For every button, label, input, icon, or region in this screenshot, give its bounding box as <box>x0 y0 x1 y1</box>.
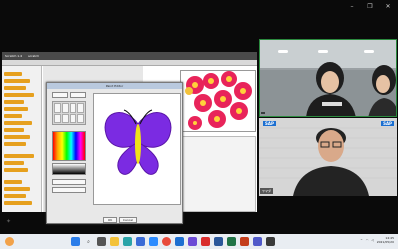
close-button[interactable]: ✕ <box>384 3 392 10</box>
butterfly-drawing <box>104 109 172 175</box>
block[interactable] <box>4 121 32 125</box>
paint-editor-title: Paint Editor <box>47 83 182 89</box>
line-tool-icon[interactable] <box>61 113 69 123</box>
block[interactable] <box>4 128 24 132</box>
block[interactable] <box>4 86 26 90</box>
block[interactable] <box>4 100 24 104</box>
color-palette[interactable] <box>52 131 86 161</box>
text-tool-icon[interactable] <box>69 113 77 123</box>
ellipse-tool-icon[interactable] <box>54 113 61 123</box>
shared-screen: Scratch 1.4 scratch Paint Editor OK Canc… <box>2 52 257 224</box>
participants-image <box>260 62 396 116</box>
task-view-icon[interactable] <box>97 237 106 246</box>
mail-icon[interactable] <box>175 237 184 246</box>
clock[interactable]: 14:45 2021/05/20 <box>377 236 394 244</box>
select-tool-icon[interactable] <box>77 113 84 123</box>
block[interactable] <box>4 180 22 184</box>
restore-button[interactable]: ❐ <box>366 3 374 10</box>
video-tile-teacher[interactable]: SAP SAP ヤマダ <box>259 118 397 196</box>
brush-tool-icon[interactable] <box>54 103 61 113</box>
zoom-icon[interactable] <box>149 237 158 246</box>
paint-option[interactable] <box>52 179 86 185</box>
block[interactable] <box>4 79 30 83</box>
calendar-icon[interactable] <box>188 237 197 246</box>
edge-icon[interactable] <box>123 237 132 246</box>
eraser-tool-icon[interactable] <box>61 103 69 113</box>
word-icon[interactable] <box>214 237 223 246</box>
ok-button[interactable]: OK <box>103 217 117 223</box>
block[interactable] <box>4 168 28 172</box>
taskbar: ⌕ ^ ◠ ◁ 14:45 2021/05/20 <box>0 234 398 249</box>
wifi-icon[interactable]: ◠ <box>366 238 369 242</box>
speaker-icon[interactable]: ◁ <box>371 238 373 242</box>
block[interactable] <box>4 114 22 118</box>
brightness-palette[interactable] <box>52 163 86 175</box>
stage[interactable] <box>180 70 256 132</box>
block[interactable] <box>4 142 26 146</box>
taskbar-apps: ⌕ <box>71 237 275 246</box>
block[interactable] <box>4 135 30 139</box>
window-controls: – ❐ ✕ <box>348 3 392 10</box>
camera-icon[interactable] <box>266 237 275 246</box>
scratch-titlebar: Scratch 1.4 scratch <box>2 52 257 60</box>
store-icon[interactable] <box>136 237 145 246</box>
participant-name: ヤマダ <box>260 188 274 194</box>
video-tile-students[interactable] <box>259 39 397 117</box>
import-button[interactable] <box>52 92 68 98</box>
rectangle-tool-icon[interactable] <box>77 103 84 113</box>
paint-canvas[interactable] <box>93 93 181 205</box>
sprite-list[interactable] <box>180 136 256 212</box>
sparkle-icon: ✦ <box>6 218 12 225</box>
block[interactable] <box>4 161 24 165</box>
cancel-button[interactable]: Cancel <box>119 217 137 223</box>
fill-tool-icon[interactable] <box>69 103 77 113</box>
block-palette <box>2 66 42 212</box>
sap-logo: SAP <box>263 121 276 126</box>
paint-option[interactable] <box>52 187 86 193</box>
chrome-icon[interactable] <box>162 237 171 246</box>
block[interactable] <box>4 107 28 111</box>
paint-editor-dialog: Paint Editor OK Cancel <box>46 82 183 224</box>
block[interactable] <box>4 201 32 205</box>
paint-tools <box>52 101 86 125</box>
app-title: Scratch 1.4 <box>5 54 23 58</box>
meeting-window: – ❐ ✕ Scratch 1.4 scratch Paint Editor O… <box>0 0 398 249</box>
excel-icon[interactable] <box>227 237 236 246</box>
search-icon[interactable]: ⌕ <box>84 237 93 246</box>
teams-icon[interactable] <box>253 237 262 246</box>
chevron-up-icon[interactable]: ^ <box>360 238 363 242</box>
project-title: scratch <box>28 54 40 58</box>
sap-logo: SAP <box>381 121 394 126</box>
block[interactable] <box>4 194 26 198</box>
block[interactable] <box>4 154 34 158</box>
powerpoint-icon[interactable] <box>240 237 249 246</box>
flower-sprites <box>185 71 252 130</box>
clear-button[interactable] <box>70 92 86 98</box>
participant-name <box>261 112 265 114</box>
minimize-button[interactable]: – <box>348 3 356 10</box>
clock-date: 2021/05/20 <box>376 240 394 244</box>
teacher-image <box>259 118 397 196</box>
file-explorer-icon[interactable] <box>110 237 119 246</box>
system-tray: ^ ◠ ◁ 14:45 2021/05/20 <box>360 236 394 244</box>
windows-start-icon[interactable] <box>71 237 80 246</box>
block[interactable] <box>4 72 22 76</box>
scratch-workspace: Paint Editor OK Cancel <box>2 66 257 224</box>
widgets-icon[interactable] <box>5 237 14 246</box>
block[interactable] <box>4 187 30 191</box>
block[interactable] <box>4 93 34 97</box>
acrobat-icon[interactable] <box>201 237 210 246</box>
